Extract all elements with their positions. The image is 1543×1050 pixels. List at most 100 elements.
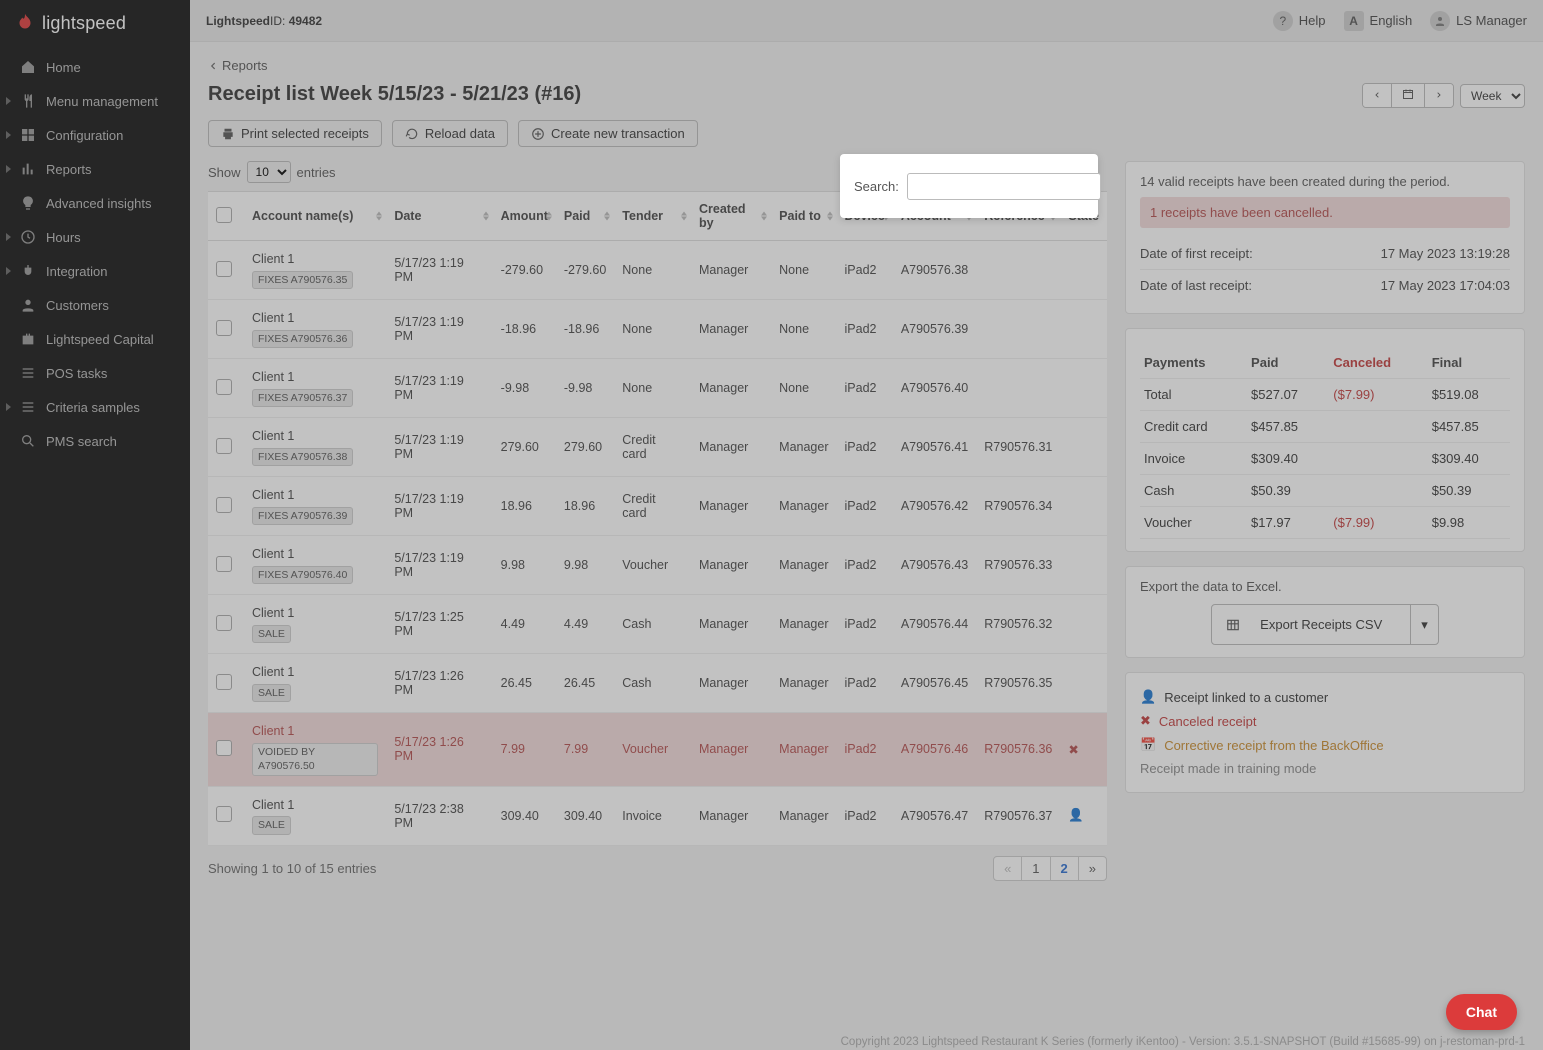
table-row[interactable]: Client 1FIXES A790576.375/17/23 1:19 PM-… xyxy=(208,359,1107,418)
cell-device: iPad2 xyxy=(837,536,893,595)
nav-label: Home xyxy=(46,60,81,75)
table-row[interactable]: Client 1FIXES A790576.405/17/23 1:19 PM9… xyxy=(208,536,1107,595)
help-button[interactable]: ? Help xyxy=(1273,11,1326,31)
pay-paid: $527.07 xyxy=(1247,379,1329,411)
col-account-names[interactable]: Account name(s) xyxy=(244,192,386,241)
prev-period-button[interactable] xyxy=(1363,84,1392,107)
col-created-by[interactable]: Created by xyxy=(691,192,771,241)
table-row[interactable]: Client 1FIXES A790576.385/17/23 1:19 PM2… xyxy=(208,418,1107,477)
cell-reference: R790576.35 xyxy=(976,654,1060,713)
col-date[interactable]: Date xyxy=(386,192,492,241)
row-checkbox[interactable] xyxy=(216,806,232,822)
chevron-right-icon xyxy=(1435,90,1443,100)
select-all-checkbox[interactable] xyxy=(216,207,232,223)
nav-pms-search[interactable]: PMS search xyxy=(0,424,190,458)
page-prev[interactable]: « xyxy=(994,857,1022,880)
row-checkbox[interactable] xyxy=(216,438,232,454)
id-value: 49482 xyxy=(289,14,322,28)
cell-account: A790576.39 xyxy=(893,300,976,359)
cell-paid-to: Manager xyxy=(771,713,836,786)
calendar-icon: 📅 xyxy=(1140,737,1156,753)
cell-device: iPad2 xyxy=(837,595,893,654)
table-row[interactable]: Client 1SALE5/17/23 1:25 PM4.494.49CashM… xyxy=(208,595,1107,654)
btn-label: Print selected receipts xyxy=(241,126,369,141)
nav-label: Criteria samples xyxy=(46,400,140,415)
table-row[interactable]: Client 1FIXES A790576.395/17/23 1:19 PM1… xyxy=(208,477,1107,536)
row-checkbox[interactable] xyxy=(216,261,232,277)
nav-reports[interactable]: Reports xyxy=(0,152,190,186)
nav-customers[interactable]: Customers xyxy=(0,288,190,322)
lang-icon: A xyxy=(1344,11,1364,31)
nav-menu-management[interactable]: Menu management xyxy=(0,84,190,118)
nav-advanced-insights[interactable]: Advanced insights xyxy=(0,186,190,220)
nav-label: Customers xyxy=(46,298,109,313)
cell-amount: -18.96 xyxy=(493,300,556,359)
table-row[interactable]: Client 1SALE5/17/23 1:26 PM26.4526.45Cas… xyxy=(208,654,1107,713)
nav-pos-tasks[interactable]: POS tasks xyxy=(0,356,190,390)
row-checkbox[interactable] xyxy=(216,615,232,631)
row-checkbox[interactable] xyxy=(216,379,232,395)
print-receipts-button[interactable]: Print selected receipts xyxy=(208,120,382,147)
cell-paid: 18.96 xyxy=(556,477,614,536)
reload-data-button[interactable]: Reload data xyxy=(392,120,508,147)
user-icon xyxy=(20,297,36,313)
page-1[interactable]: 1 xyxy=(1022,857,1050,880)
export-csv-button[interactable]: Export Receipts CSV ▾ xyxy=(1211,604,1439,645)
cell-created-by: Manager xyxy=(691,359,771,418)
search-input[interactable] xyxy=(907,173,1101,200)
chevron-left-icon xyxy=(1373,90,1381,100)
create-transaction-button[interactable]: Create new transaction xyxy=(518,120,698,147)
col-amount[interactable]: Amount xyxy=(493,192,556,241)
cell-tender: Cash xyxy=(614,595,691,654)
caret-icon xyxy=(6,233,11,241)
nav-home[interactable]: Home xyxy=(0,50,190,84)
cell-device: iPad2 xyxy=(837,786,893,845)
row-badge: SALE xyxy=(252,625,291,643)
cell-created-by: Manager xyxy=(691,713,771,786)
pay-h-paid: Paid xyxy=(1247,347,1329,379)
legend-corrective: 📅Corrective receipt from the BackOffice xyxy=(1140,733,1510,757)
table-row[interactable]: Client 1FIXES A790576.355/17/23 1:19 PM-… xyxy=(208,241,1107,300)
length-select[interactable]: 10 xyxy=(247,161,291,183)
user-menu[interactable]: LS Manager xyxy=(1430,11,1527,31)
nav-hours[interactable]: Hours xyxy=(0,220,190,254)
page-next[interactable]: » xyxy=(1079,857,1106,880)
cell-created-by: Manager xyxy=(691,477,771,536)
row-badge: SALE xyxy=(252,684,291,702)
nav-criteria-samples[interactable]: Criteria samples xyxy=(0,390,190,424)
row-checkbox[interactable] xyxy=(216,556,232,572)
table-row[interactable]: Client 1FIXES A790576.365/17/23 1:19 PM-… xyxy=(208,300,1107,359)
row-checkbox[interactable] xyxy=(216,497,232,513)
row-checkbox[interactable] xyxy=(216,740,232,756)
breadcrumb-back[interactable]: Reports xyxy=(208,58,1525,73)
page-2[interactable]: 2 xyxy=(1051,857,1079,880)
cell-state xyxy=(1060,477,1107,536)
nav-lightspeed-capital[interactable]: Lightspeed Capital xyxy=(0,322,190,356)
period-select[interactable]: Week xyxy=(1460,84,1525,108)
btn-label: Create new transaction xyxy=(551,126,685,141)
col-tender[interactable]: Tender xyxy=(614,192,691,241)
cell-state xyxy=(1060,300,1107,359)
cell-paid: 26.45 xyxy=(556,654,614,713)
col-paid[interactable]: Paid xyxy=(556,192,614,241)
row-checkbox[interactable] xyxy=(216,674,232,690)
id-label: ID: xyxy=(270,14,285,28)
cell-paid: -18.96 xyxy=(556,300,614,359)
table-row[interactable]: Client 1SALE5/17/23 2:38 PM309.40309.40I… xyxy=(208,786,1107,845)
table-row[interactable]: Client 1VOIDED BY A790576.505/17/23 1:26… xyxy=(208,713,1107,786)
export-dropdown-toggle[interactable]: ▾ xyxy=(1410,605,1438,644)
pay-final: $519.08 xyxy=(1428,379,1510,411)
cell-account-names: Client 1FIXES A790576.38 xyxy=(244,418,386,477)
nav-integration[interactable]: Integration xyxy=(0,254,190,288)
nav-configuration[interactable]: Configuration xyxy=(0,118,190,152)
cell-date: 5/17/23 1:19 PM xyxy=(386,359,492,418)
pay-h-final: Final xyxy=(1428,347,1510,379)
language-button[interactable]: A English xyxy=(1344,11,1413,31)
footer-copyright: Copyright 2023 Lightspeed Restaurant K S… xyxy=(190,1036,1543,1048)
col-paid-to[interactable]: Paid to xyxy=(771,192,836,241)
next-period-button[interactable] xyxy=(1425,84,1453,107)
calendar-button[interactable] xyxy=(1392,84,1425,107)
nav-label: PMS search xyxy=(46,434,117,449)
chat-button[interactable]: Chat xyxy=(1446,994,1517,1030)
row-checkbox[interactable] xyxy=(216,320,232,336)
